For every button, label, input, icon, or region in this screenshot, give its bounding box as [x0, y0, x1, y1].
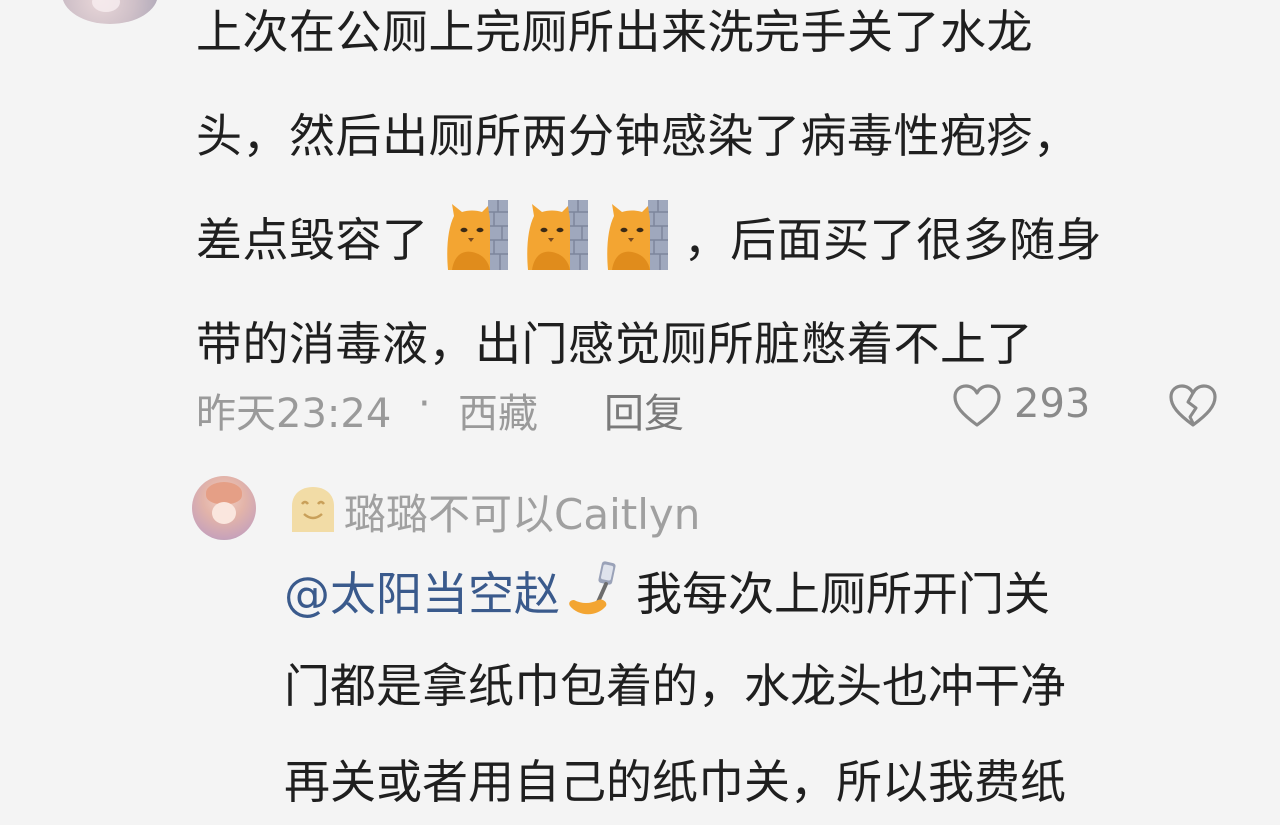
comment-meta: 昨天23:24 · 西藏 回复 293: [196, 375, 1226, 437]
commenter-avatar[interactable]: [62, 0, 158, 24]
reply-line-1: @太阳当空赵 我每次上厕所开门关: [284, 560, 1050, 624]
comment-line-3: 差点毁容了 ，后面买了很多随身: [196, 188, 1102, 292]
smile-badge-icon: [292, 487, 334, 532]
reply-button[interactable]: 回复: [604, 381, 684, 439]
reply-body: @太阳当空赵 我每次上厕所开门关 门都是拿纸巾包着的，水龙头也冲干净 再关或者用…: [284, 560, 1224, 825]
comment-line-3-end: ，后面买了很多随身: [683, 213, 1103, 267]
reply-username[interactable]: 璐璐不可以Caitlyn: [344, 481, 700, 542]
comment-time: 昨天23:24: [196, 391, 392, 437]
comment-line-2: 头，然后出厕所两分钟感染了病毒性疱疹，: [196, 109, 1080, 163]
cat-peek-wall-emoji: [444, 198, 510, 272]
meta-separator: ·: [418, 381, 431, 427]
comment-line-1: 上次在公厕上完厕所出来洗完手关了水龙: [196, 5, 1033, 59]
reply-line-1-text: 我每次上厕所开门关: [636, 567, 1050, 621]
comment-location: 西藏: [458, 391, 538, 437]
comment-thread: 上次在公厕上完厕所出来洗完手关了水龙 头，然后出厕所两分钟感染了病毒性疱疹， 差…: [0, 0, 1280, 825]
mention-link[interactable]: @太阳当空赵: [284, 567, 560, 621]
cat-peek-wall-emoji: [524, 198, 590, 272]
reply-line-2: 门都是拿纸巾包着的，水龙头也冲干净: [284, 659, 1066, 713]
heart-icon[interactable]: [952, 383, 1002, 429]
selfie-stick-emoji: [569, 561, 616, 615]
broken-heart-icon[interactable]: [1168, 383, 1218, 429]
like-count: 293: [1014, 381, 1091, 427]
reply-user-avatar[interactable]: [192, 476, 256, 540]
comment-line-3-start: 差点毁容了: [196, 213, 429, 267]
reply-line-3: 再关或者用自己的纸巾关，所以我费纸: [284, 755, 1066, 809]
cat-peek-wall-emoji: [604, 198, 670, 272]
